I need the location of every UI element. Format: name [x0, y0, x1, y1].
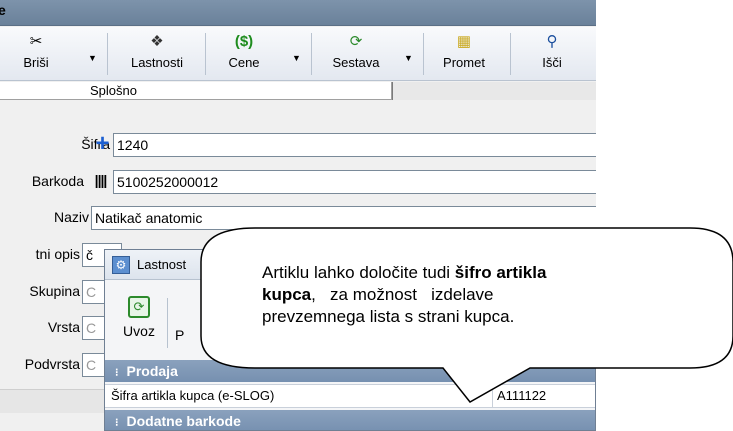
search-icon: ⚲ — [546, 33, 558, 50]
prices-dropdown-icon[interactable]: ▼ — [292, 53, 301, 63]
barcode-icon[interactable]: |||| — [91, 170, 110, 192]
callout-text: Artiklu lahko določite tudi šifro artikl… — [262, 263, 547, 326]
dialog-toolbar-second-button[interactable]: P — [175, 327, 184, 343]
podvrsta-label: Podvrsta — [24, 356, 80, 372]
collapse-icon: ⁝ — [115, 367, 119, 379]
tab-bar: Splošno — [0, 82, 596, 100]
traffic-icon: ▦ — [456, 33, 472, 50]
price-icon: ($) — [234, 33, 254, 50]
add-icon[interactable]: + — [93, 132, 112, 156]
composition-dropdown-icon[interactable]: ▼ — [404, 53, 413, 63]
collapse-icon: ⁝ — [115, 417, 119, 429]
import-icon: ⟳ — [128, 296, 150, 318]
window-title: e — [0, 2, 6, 18]
naziv-label: Naziv — [53, 209, 89, 225]
property-row-customer-sku[interactable]: Šifra artikla kupca (e-SLOG) A111122 — [105, 384, 595, 408]
delete-dropdown-icon[interactable]: ▼ — [88, 53, 97, 63]
naziv-field[interactable]: Natikač anatomic — [91, 206, 596, 230]
sifra-field[interactable]: 1240 — [113, 133, 596, 157]
window-titlebar: e — [0, 0, 596, 26]
bottom-strip — [0, 389, 104, 413]
group-prodaja[interactable]: ⁝ Prodaja — [105, 360, 595, 382]
import-button[interactable]: ⟳ Uvoz — [115, 296, 163, 342]
barkoda-label: Barkoda — [31, 173, 84, 189]
opis-label: tni opis — [35, 246, 80, 262]
main-toolbar: ✂ Briši ▼ ❖ Lastnosti ($) Cene ▼ ⟳ Sesta… — [0, 27, 596, 81]
properties-icon: ❖ — [150, 33, 164, 50]
property-value[interactable]: A111122 — [497, 385, 546, 407]
skupina-label: Skupina — [29, 283, 80, 299]
search-button[interactable]: ⚲ Išči — [520, 31, 584, 77]
dialog-app-icon: ⚙ — [112, 256, 130, 274]
composition-button[interactable]: ⟳ Sestava — [318, 31, 394, 77]
scissors-icon: ✂ — [29, 33, 43, 50]
traffic-button[interactable]: ▦ Promet — [428, 31, 500, 77]
composition-icon: ⟳ — [349, 33, 363, 50]
article-window: e ✂ Briši ▼ ❖ Lastnosti ($) Cene ▼ ⟳ Ses… — [0, 0, 596, 431]
tab-next[interactable] — [392, 82, 596, 100]
delete-button[interactable]: ✂ Briši — [14, 31, 58, 77]
prices-button[interactable]: ($) Cene — [216, 31, 272, 77]
group-dodatne-barkode[interactable]: ⁝ Dodatne barkode — [105, 410, 595, 430]
barkoda-field[interactable]: 5100252000012 — [113, 170, 596, 194]
properties-button[interactable]: ❖ Lastnosti — [118, 31, 196, 77]
dialog-title: Lastnost — [137, 257, 187, 272]
property-key: Šifra artikla kupca (e-SLOG) — [111, 388, 275, 403]
vrsta-label: Vrsta — [47, 319, 80, 335]
tab-splosno[interactable]: Splošno — [0, 82, 392, 100]
